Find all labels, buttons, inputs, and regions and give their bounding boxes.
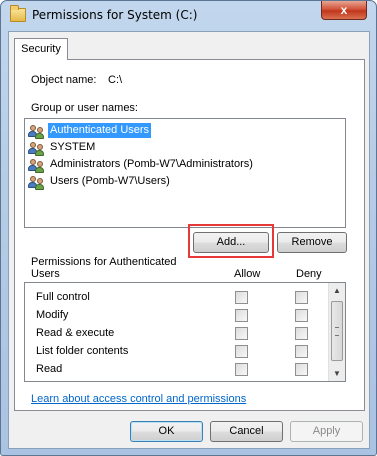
users-icon: [28, 141, 46, 156]
list-item-label: Authenticated Users: [48, 123, 152, 138]
permissions-label-line1: Permissions for Authenticated: [31, 256, 177, 268]
group-names-label: Group or user names:: [31, 102, 138, 114]
scroll-down-icon[interactable]: ▼: [333, 369, 341, 378]
permission-name: Read: [36, 363, 63, 375]
scroll-up-icon[interactable]: ▲: [333, 286, 341, 295]
folder-icon: [10, 5, 26, 22]
remove-button[interactable]: Remove: [277, 232, 347, 253]
permission-row-partial: [25, 378, 327, 382]
permission-row-full-control: Full control: [25, 288, 327, 306]
users-icon: [28, 175, 46, 190]
close-button[interactable]: x: [321, 1, 367, 20]
deny-checkbox[interactable]: [295, 363, 308, 376]
allow-checkbox[interactable]: [235, 345, 248, 358]
permissions-list: Full control Modify Read & execute List …: [24, 282, 346, 382]
deny-checkbox[interactable]: [295, 381, 308, 382]
permission-row-read: Read: [25, 360, 327, 378]
allow-checkbox[interactable]: [235, 291, 248, 304]
allow-checkbox[interactable]: [235, 327, 248, 340]
allow-checkbox[interactable]: [235, 309, 248, 322]
permission-row-read-execute: Read & execute: [25, 324, 327, 342]
list-item-system[interactable]: SYSTEM: [28, 139, 342, 156]
list-item-authenticated-users[interactable]: Authenticated Users: [28, 122, 342, 139]
list-item-users[interactable]: Users (Pomb-W7\Users): [28, 173, 342, 190]
deny-checkbox[interactable]: [295, 327, 308, 340]
title-bar[interactable]: Permissions for System (C:) x: [1, 1, 376, 31]
deny-checkbox[interactable]: [295, 345, 308, 358]
object-name-label: Object name:: [31, 74, 97, 86]
dialog-client-area: Security Object name: C:\ Group or user …: [8, 31, 370, 449]
list-item-label: SYSTEM: [50, 141, 96, 153]
deny-column-header: Deny: [296, 268, 322, 280]
list-item-administrators[interactable]: Administrators (Pomb-W7\Administrators): [28, 156, 342, 173]
allow-checkbox[interactable]: [235, 363, 248, 376]
users-icon: [28, 158, 46, 173]
allow-column-header: Allow: [234, 268, 261, 280]
group-user-list[interactable]: Authenticated Users SYSTEM Administrator…: [24, 118, 346, 228]
access-control-help-link[interactable]: Learn about access control and permissio…: [31, 393, 246, 405]
deny-checkbox[interactable]: [295, 291, 308, 304]
list-item-label: Administrators (Pomb-W7\Administrators): [50, 158, 253, 170]
permission-name: Read & execute: [36, 327, 115, 339]
deny-checkbox[interactable]: [295, 309, 308, 322]
object-name-value: C:\: [108, 74, 123, 86]
permission-name: List folder contents: [36, 345, 129, 357]
permissions-dialog-window: Permissions for System (C:) x Security O…: [0, 0, 377, 456]
add-button[interactable]: Add...: [193, 232, 269, 253]
users-icon: [28, 124, 46, 139]
permission-row-list-folder-contents: List folder contents: [25, 342, 327, 360]
apply-button[interactable]: Apply: [290, 421, 363, 442]
cancel-button[interactable]: Cancel: [210, 421, 283, 442]
scrollbar-thumb[interactable]: [331, 301, 343, 361]
tab-security[interactable]: Security: [14, 38, 68, 60]
permissions-scrollbar[interactable]: ▲ ▼: [328, 283, 345, 381]
window-title: Permissions for System (C:): [32, 8, 198, 22]
allow-checkbox[interactable]: [235, 381, 248, 382]
permission-row-modify: Modify: [25, 306, 327, 324]
permission-name: Modify: [36, 309, 69, 321]
permissions-label-line2: Users: [31, 268, 60, 280]
permission-name: Full control: [36, 291, 90, 303]
list-item-label: Users (Pomb-W7\Users): [50, 175, 170, 187]
ok-button[interactable]: OK: [130, 421, 203, 442]
